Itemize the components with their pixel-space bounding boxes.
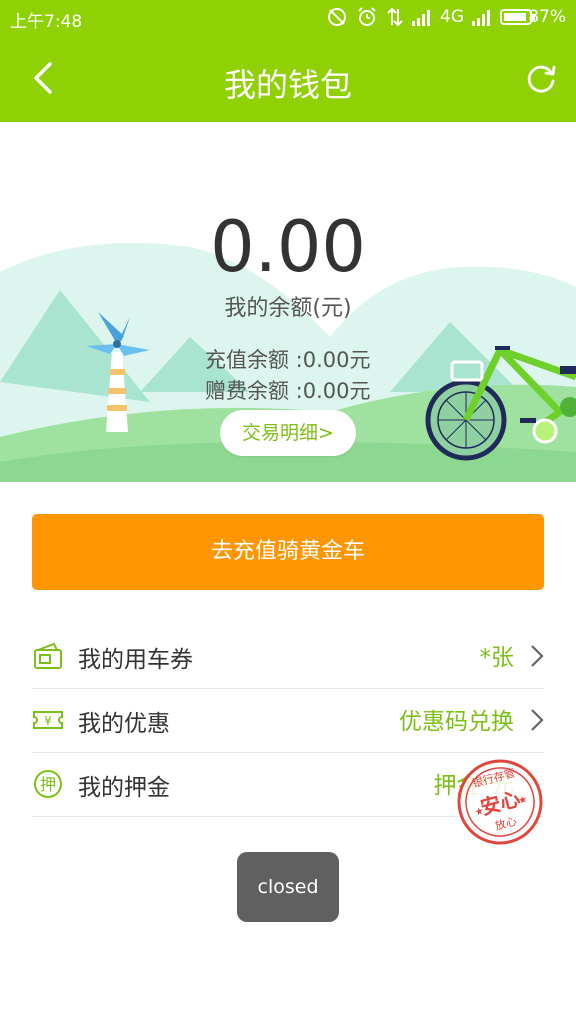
battery-percent: 87% <box>528 7 566 27</box>
bank-custody-stamp-icon: 银行存管 安心 放心 ★ ★ <box>457 759 543 845</box>
menu-label: 我的用车券 <box>78 647 193 673</box>
balance-amount: 0.00 <box>210 206 366 288</box>
alarm-icon <box>358 7 376 26</box>
balance-label: 我的余额(元) <box>224 296 352 321</box>
ticket-icon <box>34 642 62 669</box>
transaction-details-button[interactable]: 交易明细> <box>220 410 356 456</box>
menu-value: *张 <box>479 645 515 671</box>
menu-label: 我的押金 <box>78 775 170 801</box>
app-header: 我的钱包 <box>0 34 576 122</box>
network-type: 4G <box>440 7 464 27</box>
toast-message: closed <box>237 852 339 922</box>
svg-text:¥: ¥ <box>44 714 52 728</box>
recharge-button[interactable]: 去充值骑黄金车 <box>32 514 544 590</box>
refresh-icon[interactable] <box>524 62 558 96</box>
status-time: 上午7:48 <box>10 12 83 32</box>
signal-icon-2 <box>472 10 490 26</box>
coupon-icon: ¥ <box>33 711 63 729</box>
recharge-balance: 充值余额 :0.00元 <box>205 348 371 372</box>
menu-item-ride-coupons[interactable]: 我的用车券 *张 <box>32 624 544 689</box>
svg-text:押: 押 <box>40 775 56 794</box>
chevron-right-icon <box>531 709 544 731</box>
data-saver-icon <box>328 8 346 26</box>
status-icons: 4G <box>326 5 536 29</box>
gift-balance: 赠费余额 :0.00元 <box>205 379 371 403</box>
menu-label: 我的优惠 <box>78 711 170 737</box>
signal-icon <box>412 10 430 26</box>
status-bar: 上午7:48 4G 87% <box>0 0 576 34</box>
page-title: 我的钱包 <box>223 66 352 104</box>
wallet-hero: 0.00 我的余额(元) 充值余额 :0.00元 赠费余额 :0.00元 交易明… <box>0 122 576 482</box>
menu-item-discounts[interactable]: ¥ 我的优惠 优惠码兑换 <box>32 688 544 753</box>
data-transfer-icon <box>387 7 403 27</box>
chevron-right-icon <box>531 645 544 667</box>
menu-value: 优惠码兑换 <box>399 709 514 735</box>
deposit-icon: 押 <box>34 770 62 798</box>
